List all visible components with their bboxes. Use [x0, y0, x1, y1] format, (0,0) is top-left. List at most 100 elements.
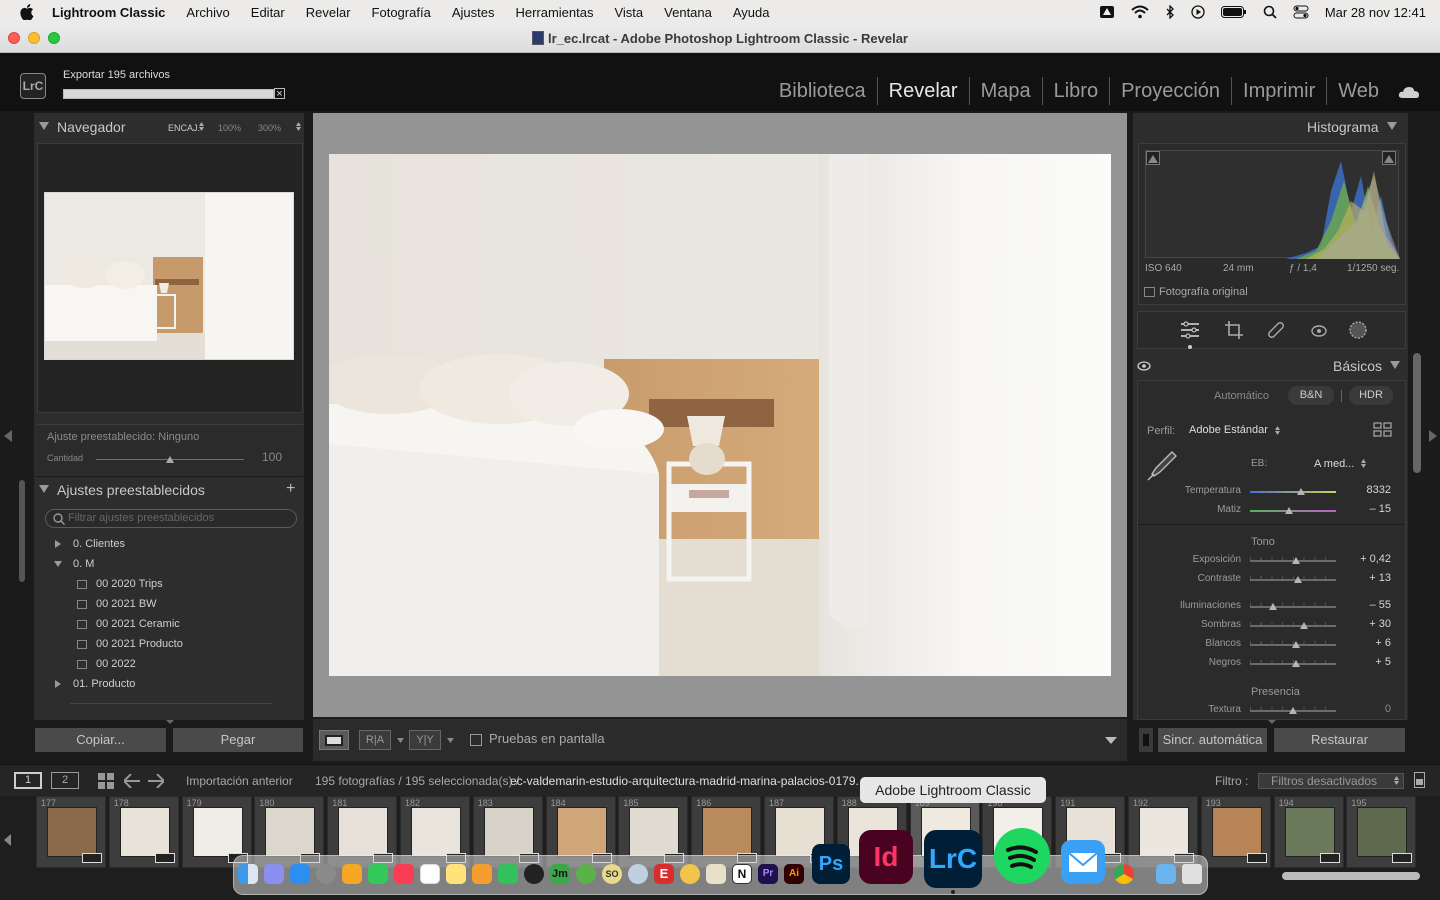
copy-settings-button[interactable]: Copiar... — [34, 727, 167, 753]
left-panel-scrollbar[interactable] — [19, 480, 25, 582]
preset-item[interactable]: 00 2021 Producto — [96, 638, 183, 650]
slider-knob[interactable] — [1284, 507, 1293, 514]
healing-bandage-icon[interactable] — [1267, 321, 1285, 339]
add-preset-icon[interactable]: + — [286, 480, 295, 498]
profile-browser-grid-icon[interactable] — [1373, 422, 1393, 438]
original-photo-label[interactable]: Fotografía original — [1159, 286, 1248, 298]
slider-value[interactable]: + 30 — [1351, 618, 1391, 630]
slider-knob[interactable] — [1292, 557, 1301, 564]
slider-knob[interactable] — [1289, 707, 1297, 714]
basic-panel-header[interactable]: Básicos — [1333, 358, 1401, 374]
illustrator-icon[interactable]: Ai — [784, 864, 804, 884]
cancel-export-button[interactable]: × — [274, 88, 285, 100]
expand-folder-icon[interactable] — [55, 540, 61, 548]
chrome-icon[interactable] — [1114, 864, 1134, 884]
grid-view-icon[interactable] — [98, 773, 114, 789]
filmstrip-source[interactable]: Importación anterior — [186, 774, 293, 788]
menu-ajustes[interactable]: Ajustes — [452, 5, 495, 20]
play-icon[interactable] — [1191, 5, 1205, 19]
filmstrip-frame[interactable]: 177 — [36, 796, 106, 868]
lightroom-classic-icon[interactable]: LrC — [924, 830, 982, 888]
left-panel-toggle-icon[interactable] — [4, 430, 12, 442]
app-store-icon[interactable] — [290, 864, 310, 884]
slider-knob[interactable] — [1291, 660, 1300, 667]
before-after-ra-button[interactable]: R|A — [359, 730, 391, 750]
menu-ventana[interactable]: Ventana — [664, 5, 712, 20]
slider-knob[interactable] — [1300, 622, 1309, 629]
filmstrip-scroll-left-icon[interactable] — [4, 834, 11, 846]
slider-value[interactable]: – 15 — [1351, 503, 1391, 515]
compass-app-icon[interactable] — [628, 864, 648, 884]
zoom-300-option[interactable]: 300% — [258, 123, 281, 133]
preset-item[interactable]: 00 2020 Trips — [96, 578, 163, 590]
collapse-folder-icon[interactable] — [54, 561, 62, 567]
shadow-clipping-toggle[interactable] — [1146, 151, 1160, 165]
expand-folder-icon[interactable] — [55, 680, 61, 688]
notion-icon[interactable]: N — [732, 864, 752, 884]
filter-lock-toggle[interactable] — [1414, 772, 1425, 788]
back-arrow-icon[interactable] — [124, 774, 140, 788]
photoshop-icon[interactable]: Ps — [812, 844, 850, 884]
visibility-eye-icon[interactable] — [1137, 361, 1151, 371]
preset-folder-clientes[interactable]: 0. Clientes — [73, 538, 125, 550]
module-imprimir[interactable]: Imprimir — [1232, 77, 1328, 105]
presets-header[interactable]: Ajustes preestablecidos — [39, 482, 205, 498]
home-icon[interactable] — [342, 864, 362, 884]
menu-herramientas[interactable]: Herramientas — [515, 5, 593, 20]
slider-value[interactable]: + 5 — [1351, 656, 1391, 668]
slider-value[interactable]: 8332 — [1351, 484, 1391, 496]
reset-button[interactable]: Restaurar — [1273, 727, 1406, 753]
trash-icon[interactable] — [1182, 864, 1202, 884]
jm-app-icon[interactable]: Jm — [550, 864, 570, 884]
highlight-clipping-toggle[interactable] — [1382, 151, 1396, 165]
slider-knob[interactable] — [1296, 488, 1305, 495]
finder-icon[interactable] — [238, 864, 258, 884]
filmstrip-frame[interactable]: 195 — [1346, 796, 1417, 868]
filter-select[interactable]: Filtros desactivados — [1258, 773, 1404, 789]
white-balance-eyedropper-icon[interactable] — [1146, 448, 1180, 482]
treatment-hdr-button[interactable]: HDR — [1349, 386, 1393, 405]
histogram-graph[interactable] — [1145, 150, 1400, 259]
profile-select[interactable]: Adobe Estándar — [1189, 424, 1268, 436]
preset-item[interactable]: 00 2022 — [96, 658, 136, 670]
filmstrip-frame[interactable]: 178 — [108, 796, 179, 868]
notes-icon[interactable] — [446, 864, 466, 884]
e-app-icon[interactable]: E — [654, 864, 674, 884]
menu-app-name[interactable]: Lightroom Classic — [52, 5, 165, 20]
presets-search-input[interactable]: Filtrar ajustes preestablecidos — [45, 509, 297, 528]
wifi-icon[interactable] — [1131, 5, 1149, 19]
module-biblioteca[interactable]: Biblioteca — [768, 77, 878, 105]
filter-updown-icon[interactable] — [1394, 776, 1399, 785]
crop-icon[interactable] — [1225, 321, 1243, 339]
preset-folder-producto[interactable]: 01. Producto — [73, 678, 135, 690]
slider-knob[interactable] — [1294, 576, 1303, 583]
yy-dropdown-icon[interactable] — [447, 738, 454, 743]
edit-sliders-icon[interactable] — [1180, 321, 1200, 339]
menu-archivo[interactable]: Archivo — [186, 5, 229, 20]
indesign-icon[interactable]: Id — [859, 830, 913, 884]
ra-dropdown-icon[interactable] — [397, 738, 404, 743]
stickies-app-icon[interactable] — [680, 864, 700, 884]
auto-sync-button[interactable]: Sincr. automática — [1157, 727, 1268, 753]
filmstrip-frame[interactable]: 194 — [1273, 796, 1344, 868]
navigator-thumbnail[interactable] — [44, 192, 294, 360]
module-libro[interactable]: Libro — [1043, 77, 1111, 105]
navigator-header[interactable]: Navegador — [39, 119, 126, 135]
preset-amount-value[interactable]: 100 — [262, 450, 282, 464]
second-screen-button[interactable]: 2 — [51, 772, 79, 789]
slider-value[interactable]: 0 — [1351, 703, 1391, 715]
forward-arrow-icon[interactable] — [148, 774, 164, 788]
spotify-icon[interactable] — [994, 828, 1050, 884]
right-panel-scrollbar[interactable] — [1413, 353, 1421, 473]
slider-value[interactable]: + 0,42 — [1351, 553, 1391, 565]
control-center-icon[interactable] — [1293, 5, 1309, 19]
spotlight-search-icon[interactable] — [1263, 5, 1277, 19]
mail-icon[interactable] — [1061, 840, 1105, 884]
menu-revelar[interactable]: Revelar — [306, 5, 351, 20]
right-panel-toggle-icon[interactable] — [1429, 430, 1437, 442]
histogram-header[interactable]: Histograma — [1307, 119, 1397, 135]
launchpad-icon[interactable] — [264, 864, 284, 884]
module-proyeccion[interactable]: Proyección — [1110, 77, 1233, 105]
slider-track[interactable] — [1250, 606, 1336, 608]
slider-value[interactable]: + 6 — [1351, 637, 1391, 649]
